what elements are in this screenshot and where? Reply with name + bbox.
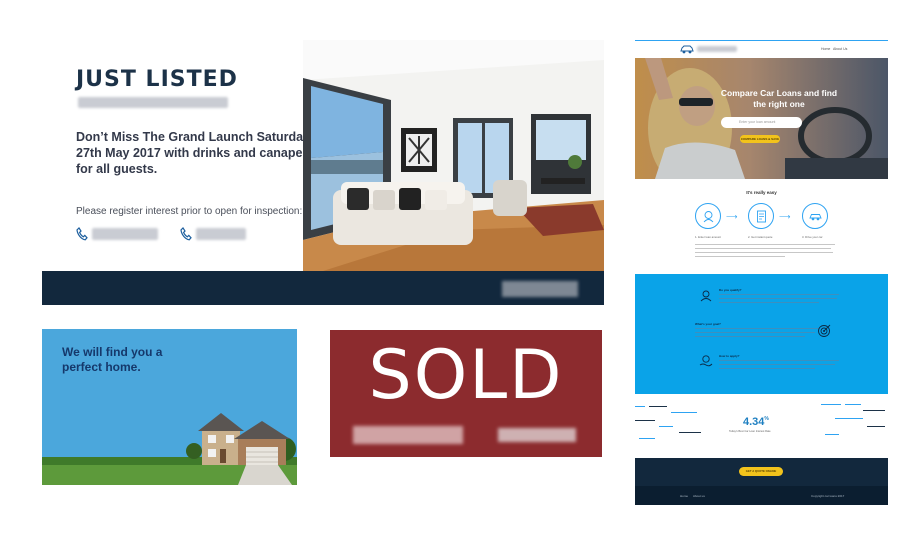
dash-decoration: [659, 426, 673, 427]
paragraph-line: [695, 252, 833, 254]
car-loans-landing-page: Home About Us Compare Car Loans and find…: [635, 40, 888, 505]
nav-link-home[interactable]: Home: [821, 47, 830, 51]
easy-section-title: It's really easy: [746, 190, 777, 195]
blurred-agent-details: [353, 426, 463, 444]
paragraph-line: [695, 256, 785, 258]
dash-decoration: [863, 410, 885, 411]
register-interest-text: Please register interest prior to open f…: [76, 206, 303, 217]
blurred-agency-logo: [502, 281, 578, 297]
paragraph-line: [695, 244, 835, 246]
target-icon: [817, 324, 831, 338]
dash-decoration: [649, 406, 667, 407]
paragraph-line: [719, 368, 815, 370]
question-title: How to apply?: [719, 354, 740, 358]
dash-decoration: [825, 434, 839, 435]
blurred-agency-logo: [498, 428, 576, 442]
dash-decoration: [821, 404, 841, 405]
hero-section: Compare Car Loans and find the right one…: [635, 58, 888, 179]
dash-decoration: [635, 406, 645, 407]
step-loan-amount-icon: [695, 203, 721, 229]
site-footer: Home About us Copyright car loans 2017: [635, 486, 888, 505]
dash-decoration: [845, 404, 861, 405]
interest-rate-label: Today's Best Car Loan Interest Rate: [729, 430, 771, 433]
step-car-icon: [802, 203, 828, 229]
just-listed-footer: [42, 271, 604, 305]
perfect-home-card: We will find you a perfect home.: [42, 329, 297, 485]
dash-decoration: [635, 420, 655, 421]
step-label: 3. Drive your car: [802, 235, 823, 239]
dash-decoration: [679, 432, 701, 433]
money-hand-icon: [699, 354, 713, 368]
loan-amount-input[interactable]: Enter your loan amount: [721, 117, 802, 128]
get-quote-button[interactable]: GET A QUOTE ONLINE: [739, 467, 783, 476]
blurred-site-name: [697, 46, 737, 52]
car-logo-icon: [680, 45, 694, 54]
dash-decoration: [835, 418, 863, 419]
arrow-icon: ⟶: [779, 212, 791, 221]
step-label: 1. Enter loan amount: [695, 235, 721, 239]
question-title: Do you qualify?: [719, 288, 742, 292]
nav-link-about[interactable]: About Us: [833, 47, 847, 51]
footer-copyright: Copyright car loans 2017: [811, 494, 845, 498]
blurred-phone-number: [196, 228, 246, 240]
sold-text: SOLD: [368, 336, 564, 415]
paragraph-line: [695, 328, 819, 330]
launch-text: Don’t Miss The Grand Launch Saturday 27t…: [76, 130, 311, 176]
paragraph-line: [719, 298, 837, 300]
info-section: Do you qualify? What's your goal? How to…: [635, 274, 888, 394]
dash-decoration: [867, 426, 885, 427]
step-quote-icon: [748, 203, 774, 229]
footer-link-home[interactable]: Home: [680, 494, 688, 498]
blurred-phone-number: [92, 228, 158, 240]
blurred-address: [78, 97, 228, 108]
paragraph-line: [719, 364, 835, 366]
just-listed-card: JUST LISTED Don’t Miss The Grand Launch …: [42, 40, 604, 305]
phone-icon: [76, 227, 88, 241]
paragraph-line: [719, 294, 839, 296]
hero-title: Compare Car Loans and find the right one: [720, 88, 838, 109]
phone-icon: [180, 227, 192, 241]
sold-card: SOLD: [330, 330, 602, 457]
qualify-icon: [699, 288, 713, 302]
paragraph-line: [695, 248, 831, 250]
just-listed-title: JUST LISTED: [76, 67, 238, 92]
footer-link-about[interactable]: About us: [693, 494, 705, 498]
paragraph-line: [695, 332, 815, 334]
dash-decoration: [639, 438, 655, 439]
paragraph-line: [719, 302, 819, 304]
step-label: 2. Get instant quote: [748, 235, 773, 239]
cta-band: GET A QUOTE ONLINE: [635, 458, 888, 486]
top-nav: Home About Us: [635, 40, 888, 58]
house-illustration: [42, 413, 297, 485]
dash-decoration: [671, 412, 697, 413]
interest-rate-value: 4.34%: [743, 416, 769, 428]
compare-loans-button[interactable]: COMPARE LOANS & SAVE: [740, 135, 780, 143]
living-room-photo: [303, 40, 604, 271]
arrow-icon: ⟶: [726, 212, 738, 221]
paragraph-line: [719, 360, 839, 362]
question-title: What's your goal?: [695, 322, 721, 326]
paragraph-line: [695, 336, 805, 338]
